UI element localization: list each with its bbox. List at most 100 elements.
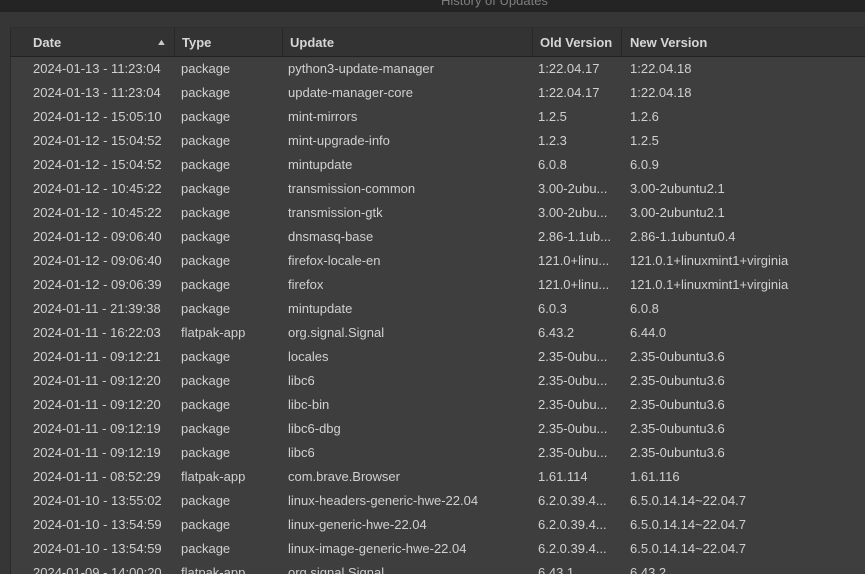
cell-new-version: 2.35-0ubuntu3.6 <box>630 445 725 460</box>
cell-date: 2024-01-10 - 13:54:59 <box>33 541 162 556</box>
cell-new-version: 2.35-0ubuntu3.6 <box>630 373 725 388</box>
cell-date: 2024-01-12 - 15:05:10 <box>33 109 162 124</box>
table-row[interactable]: 2024-01-10 - 13:54:59 package linux-imag… <box>11 537 865 561</box>
table-row[interactable]: 2024-01-13 - 11:23:04 package python3-up… <box>11 57 865 81</box>
table-row[interactable]: 2024-01-12 - 09:06:39 package firefox 12… <box>11 273 865 297</box>
cell-date: 2024-01-12 - 10:45:22 <box>33 181 162 196</box>
cell-date: 2024-01-12 - 15:04:52 <box>33 157 162 172</box>
table-row[interactable]: 2024-01-10 - 13:55:02 package linux-head… <box>11 489 865 513</box>
cell-date: 2024-01-12 - 15:04:52 <box>33 133 162 148</box>
cell-update: mintupdate <box>288 157 353 172</box>
table-row[interactable]: 2024-01-12 - 15:04:52 package mintupdate… <box>11 153 865 177</box>
cell-update: linux-headers-generic-hwe-22.04 <box>288 493 479 508</box>
cell-update: update-manager-core <box>288 85 414 100</box>
cell-update: mint-mirrors <box>288 109 358 124</box>
table-row[interactable]: 2024-01-11 - 09:12:19 package libc6-dbg … <box>11 417 865 441</box>
cell-old-version: 121.0+linu... <box>538 277 610 292</box>
cell-old-version: 2.35-0ubu... <box>538 445 608 460</box>
cell-new-version: 1:22.04.18 <box>630 61 692 76</box>
cell-update: com.brave.Browser <box>288 469 400 484</box>
window-title: History of Updates <box>441 0 548 8</box>
column-header-update[interactable]: Update <box>283 28 533 56</box>
cell-old-version: 2.86-1.1ub... <box>538 229 611 244</box>
cell-new-version: 6.44.0 <box>630 325 667 340</box>
column-header-old-version[interactable]: Old Version <box>533 28 622 56</box>
table-row[interactable]: 2024-01-12 - 09:06:40 package firefox-lo… <box>11 249 865 273</box>
cell-update: transmission-common <box>288 181 416 196</box>
cell-type: package <box>181 517 231 532</box>
cell-date: 2024-01-12 - 10:45:22 <box>33 205 162 220</box>
cell-update: mintupdate <box>288 301 353 316</box>
column-header-date-label: Date <box>33 34 62 50</box>
cell-old-version: 6.2.0.39.4... <box>538 541 607 556</box>
table-row[interactable]: 2024-01-11 - 09:12:21 package locales 2.… <box>11 345 865 369</box>
table-row[interactable]: 2024-01-11 - 09:12:20 package libc6 2.35… <box>11 369 865 393</box>
cell-old-version: 2.35-0ubu... <box>538 349 608 364</box>
cell-new-version: 1.2.6 <box>630 109 659 124</box>
column-header-type-label: Type <box>182 34 212 50</box>
table-row[interactable]: 2024-01-10 - 13:54:59 package linux-gene… <box>11 513 865 537</box>
cell-type: package <box>181 493 231 508</box>
cell-date: 2024-01-11 - 09:12:19 <box>33 421 161 436</box>
cell-old-version: 1.2.3 <box>538 133 567 148</box>
cell-new-version: 6.43.2 <box>630 565 667 574</box>
window-titlebar: History of Updates <box>0 0 865 12</box>
column-header-new-version[interactable]: New Version <box>622 28 865 56</box>
cell-old-version: 1:22.04.17 <box>538 85 600 100</box>
cell-update: python3-update-manager <box>288 61 434 76</box>
table-row[interactable]: 2024-01-12 - 15:04:52 package mint-upgra… <box>11 129 865 153</box>
cell-new-version: 121.0.1+linuxmint1+virginia <box>630 277 789 292</box>
cell-update: libc6-dbg <box>288 421 341 436</box>
table-row[interactable]: 2024-01-09 - 14:00:20 flatpak-app org.si… <box>11 561 865 574</box>
table-row[interactable]: 2024-01-12 - 15:05:10 package mint-mirro… <box>11 105 865 129</box>
cell-type: package <box>181 61 231 76</box>
cell-type: package <box>181 157 231 172</box>
cell-new-version: 3.00-2ubuntu2.1 <box>630 181 725 196</box>
column-header-old-version-label: Old Version <box>540 34 613 50</box>
cell-update: firefox-locale-en <box>288 253 381 268</box>
cell-type: package <box>181 85 231 100</box>
cell-type: package <box>181 109 231 124</box>
column-header-date[interactable]: Date ▲ <box>11 28 175 56</box>
cell-new-version: 6.5.0.14.14~22.04.7 <box>630 541 747 556</box>
table-row[interactable]: 2024-01-12 - 10:45:22 package transmissi… <box>11 177 865 201</box>
cell-date: 2024-01-10 - 13:54:59 <box>33 517 162 532</box>
cell-type: package <box>181 445 231 460</box>
cell-old-version: 6.0.8 <box>538 157 567 172</box>
cell-new-version: 6.5.0.14.14~22.04.7 <box>630 517 747 532</box>
column-header-update-label: Update <box>290 34 335 50</box>
cell-old-version: 1.61.114 <box>538 469 588 484</box>
table-header: Date ▲ Type Update Old Version New Versi… <box>11 28 865 57</box>
cell-update: linux-image-generic-hwe-22.04 <box>288 541 467 556</box>
cell-type: package <box>181 253 231 268</box>
cell-date: 2024-01-11 - 21:39:38 <box>33 301 161 316</box>
cell-new-version: 2.86-1.1ubuntu0.4 <box>630 229 736 244</box>
cell-old-version: 6.43.1 <box>538 565 575 574</box>
cell-new-version: 6.0.9 <box>630 157 659 172</box>
cell-date: 2024-01-11 - 08:52:29 <box>33 469 161 484</box>
cell-date: 2024-01-13 - 11:23:04 <box>33 61 161 76</box>
cell-date: 2024-01-11 - 09:12:19 <box>33 445 161 460</box>
cell-type: flatpak-app <box>181 469 246 484</box>
cell-update: libc-bin <box>288 397 330 412</box>
table-row[interactable]: 2024-01-11 - 09:12:19 package libc6 2.35… <box>11 441 865 465</box>
table-row[interactable]: 2024-01-13 - 11:23:04 package update-man… <box>11 81 865 105</box>
cell-old-version: 6.43.2 <box>538 325 575 340</box>
cell-new-version: 6.5.0.14.14~22.04.7 <box>630 493 747 508</box>
cell-type: package <box>181 373 231 388</box>
cell-old-version: 6.2.0.39.4... <box>538 517 607 532</box>
cell-update: org.signal.Signal <box>288 325 385 340</box>
cell-update: libc6 <box>288 445 315 460</box>
table-row[interactable]: 2024-01-11 - 21:39:38 package mintupdate… <box>11 297 865 321</box>
table-row[interactable]: 2024-01-11 - 16:22:03 flatpak-app org.si… <box>11 321 865 345</box>
table-row[interactable]: 2024-01-12 - 10:45:22 package transmissi… <box>11 201 865 225</box>
column-header-type[interactable]: Type <box>175 28 283 56</box>
cell-type: package <box>181 229 231 244</box>
table-row[interactable]: 2024-01-11 - 09:12:20 package libc-bin 2… <box>11 393 865 417</box>
cell-date: 2024-01-09 - 14:00:20 <box>33 565 162 574</box>
cell-update: locales <box>288 349 329 364</box>
cell-date: 2024-01-11 - 16:22:03 <box>33 325 161 340</box>
table-row[interactable]: 2024-01-12 - 09:06:40 package dnsmasq-ba… <box>11 225 865 249</box>
cell-type: package <box>181 205 231 220</box>
table-row[interactable]: 2024-01-11 - 08:52:29 flatpak-app com.br… <box>11 465 865 489</box>
